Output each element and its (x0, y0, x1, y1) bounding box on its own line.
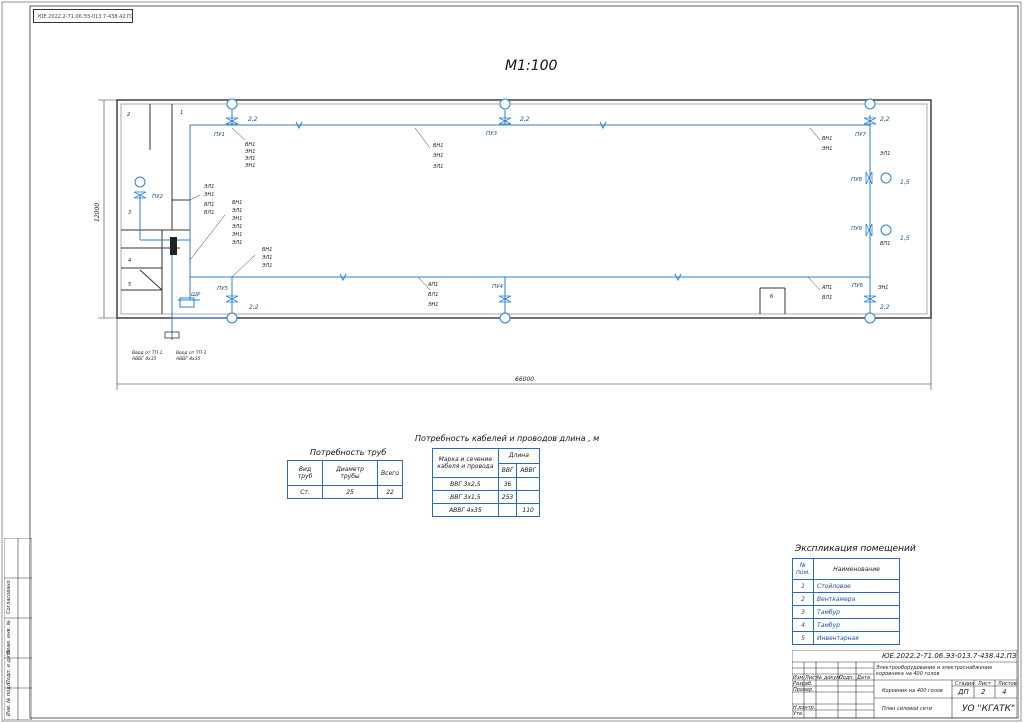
rooms-table-title: Экспликация помещений (795, 544, 916, 554)
svg-text:ЭЛ1: ЭЛ1 (879, 151, 890, 157)
side-stamp: Инв. № подл. Подп. и дата Взам. инв. № С… (4, 538, 32, 720)
device-label-pu2: ПУ2 (152, 194, 163, 200)
svg-text:АВВГ 4х35: АВВГ 4х35 (175, 356, 201, 362)
table-row: 3 Тамбур (791, 605, 900, 619)
svg-text:ЭЛ1: ЭЛ1 (261, 255, 272, 261)
svg-text:4: 4 (128, 258, 131, 264)
svg-text:АП1: АП1 (821, 285, 832, 291)
svg-text:2,2: 2,2 (880, 304, 890, 311)
svg-text:ЭН1: ЭН1 (432, 153, 443, 159)
device-label-pu9: ПУ9 (851, 226, 862, 232)
svg-text:ЭН1: ЭН1 (203, 192, 214, 198)
svg-text:ЭН1: ЭН1 (877, 285, 888, 291)
title-block-sheet-name: Коровник на 400 голов (882, 688, 943, 694)
device-label-pu5: ПУ5 (217, 286, 228, 292)
svg-text:АП1: АП1 (427, 282, 438, 288)
table-row: ВВГ 3х2,5 36 (432, 477, 540, 491)
svg-text:ВН1: ВН1 (433, 143, 443, 149)
svg-text:ВН1: ВН1 (232, 200, 242, 206)
svg-text:ЭН1: ЭН1 (244, 149, 255, 155)
svg-text:5: 5 (128, 282, 131, 288)
svg-text:1: 1 (180, 110, 183, 116)
svg-text:ЭЛ1: ЭЛ1 (261, 263, 272, 269)
title-block-project: Электрооборудование и электроснабжение к… (876, 665, 993, 677)
svg-text:ВП1: ВП1 (204, 202, 214, 208)
pipes-table-title: Потребность труб (310, 448, 387, 457)
svg-text:ЭН1: ЭН1 (231, 216, 242, 222)
svg-text:ВН1: ВН1 (245, 142, 255, 148)
pipes-table: Вид труб Диаметр трубы Всего Ст. 25 22 (286, 460, 403, 499)
table-row: 1 Стойловое (791, 579, 900, 593)
svg-text:ЭН1: ЭН1 (821, 146, 832, 152)
title-block-stage: ДП (958, 688, 969, 696)
cables-table: Марка и сечение кабеля и провода Длина В… (432, 448, 541, 517)
svg-text:ЭЛ1: ЭЛ1 (231, 208, 242, 214)
svg-text:ВП1: ВП1 (880, 241, 890, 247)
device-label-shr: ЩР (191, 292, 201, 298)
svg-text:3: 3 (128, 210, 131, 216)
device-label-pu7: ПУ7 (855, 132, 866, 138)
svg-text:2,2: 2,2 (248, 116, 258, 123)
device-label-pu6: ПУ6 (852, 283, 863, 289)
title-block-code: ЮЕ.2022.2-71.06.ЭЗ-013.7-438.42.ПЗ (882, 652, 1017, 660)
table-row: 2 Венткамера (791, 592, 900, 606)
svg-text:ЭН1: ЭН1 (231, 232, 242, 238)
svg-text:ЭН1: ЭН1 (427, 302, 438, 308)
table-row: ВВГ 3х1,5 253 (432, 490, 540, 504)
title-block-sheets-total: 4 (1002, 688, 1007, 696)
svg-text:ЭЛ1: ЭЛ1 (231, 240, 242, 246)
title-block-sheet-no: 2 (981, 688, 986, 696)
device-label-pu3: ПУ3 (486, 131, 497, 137)
cables-table-title: Потребность кабелей и проводов длина , м (415, 434, 600, 443)
svg-text:Ввод от ТП-1: Ввод от ТП-1 (176, 350, 207, 356)
drawing-sheet: ЮЕ.2022.2-71.06.ЭЗ-013.7-438.42.ПЗ М1:10… (0, 0, 1024, 724)
rooms-table: № пом. Наименование 1 Стойловое 2 Венткаме… (791, 558, 900, 645)
svg-text:ЭЛ1: ЭЛ1 (244, 156, 255, 162)
svg-text:ВЛ1: ВЛ1 (822, 295, 832, 301)
svg-text:6: 6 (770, 294, 773, 300)
svg-text:ВЛ1: ВЛ1 (428, 292, 438, 298)
svg-text:2,2: 2,2 (249, 304, 259, 311)
svg-text:ВН1: ВН1 (262, 247, 272, 253)
table-row: Ст. 25 22 (286, 485, 403, 499)
svg-text:ВЛ1: ВЛ1 (204, 210, 214, 216)
svg-text:1,5: 1,5 (900, 235, 910, 242)
svg-text:ЭЛ1: ЭЛ1 (231, 224, 242, 230)
title-block: ЮЕ.2022.2-71.06.ЭЗ-013.7-438.42.ПЗ Элект… (792, 650, 1017, 718)
device-label-pu4: ПУ4 (492, 284, 503, 290)
svg-text:2: 2 (127, 112, 130, 118)
device-label-pu8: ПУ8 (851, 177, 862, 183)
table-row: АВВГ 4х35 110 (432, 503, 540, 517)
table-row: 5 Инвентарная (791, 631, 900, 645)
svg-text:ЭЛ1: ЭЛ1 (203, 184, 214, 190)
device-label-pu1: ПУ1 (214, 132, 225, 138)
svg-text:2,2: 2,2 (520, 116, 530, 123)
svg-text:1,5: 1,5 (900, 179, 910, 186)
svg-text:АВВГ 4х35: АВВГ 4х35 (131, 356, 157, 362)
table-row: 4 Тамбур (791, 618, 900, 632)
title-block-org: УО "КГАТК" (962, 704, 1016, 714)
svg-text:Ввод от ТП-1: Ввод от ТП-1 (132, 350, 163, 356)
svg-text:2,2: 2,2 (880, 116, 890, 123)
svg-text:ЭЛ1: ЭЛ1 (432, 164, 443, 170)
svg-text:ЭН1: ЭН1 (244, 163, 255, 169)
title-block-drawing-name: План силовой сети (882, 706, 932, 712)
svg-text:ВН1: ВН1 (822, 136, 832, 142)
